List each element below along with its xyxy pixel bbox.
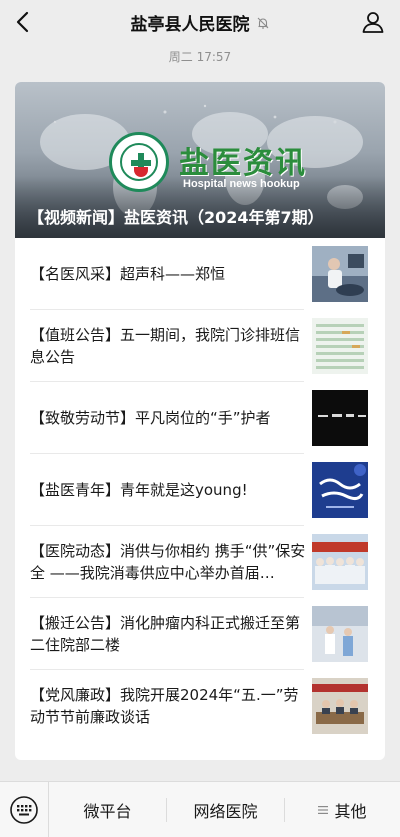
message-timestamp: 周二 17:57 <box>168 50 232 64</box>
item-text: 【搬迁公告】消化肿瘤内科正式搬迁至第二住院部二楼 <box>30 598 308 670</box>
bell-off-icon <box>257 17 268 29</box>
item-title: 【名医风采】超声科——郑恒 <box>30 265 226 283</box>
logo-heart <box>134 167 148 177</box>
menu-online-hospital[interactable]: 网络医院 <box>167 782 284 837</box>
item-title: 【医院动态】消供与你相约 携手“供”保安全 ——我院消毒供应中心举办首届… <box>30 542 306 582</box>
thumbnail-image <box>312 318 368 374</box>
item-title: 【盐医青年】青年就是这young! <box>30 481 248 499</box>
person-icon[interactable] <box>360 9 386 35</box>
item-text: 【医院动态】消供与你相约 携手“供”保安全 ——我院消毒供应中心举办首届… <box>30 526 308 598</box>
item-title: 【致敬劳动节】平凡岗位的“手”护者 <box>30 409 271 427</box>
cover-brand-text: 盐医资讯 <box>179 146 307 181</box>
thumbnail-image <box>312 678 368 734</box>
cover-article[interactable]: 盐医资讯 Hospital news hookup 【视频新闻】盐医资讯（202… <box>15 82 385 238</box>
item-text: 【致敬劳动节】平凡岗位的“手”护者 <box>30 382 308 454</box>
list-item[interactable]: 【医院动态】消供与你相约 携手“供”保安全 ——我院消毒供应中心举办首届… <box>15 526 385 598</box>
item-title: 【值班公告】五一期间，我院门诊排班信息公告 <box>30 326 301 366</box>
menu-micro-platform[interactable]: 微平台 <box>49 782 166 837</box>
cover-brand-subtext: Hospital news hookup <box>183 178 300 190</box>
list-item[interactable]: 【搬迁公告】消化肿瘤内科正式搬迁至第二住院部二楼 <box>15 598 385 670</box>
logo-cross-horizontal <box>131 160 151 166</box>
list-item[interactable]: 【党风廉政】我院开展2024年“五.一”劳动节节前廉政谈话 <box>15 670 385 742</box>
list-item[interactable]: 【值班公告】五一期间，我院门诊排班信息公告 <box>15 310 385 382</box>
item-text: 【盐医青年】青年就是这young! <box>30 454 308 526</box>
menu-label: 其他 <box>334 802 367 821</box>
list-item[interactable]: 【盐医青年】青年就是这young! <box>15 454 385 526</box>
item-title: 【党风廉政】我院开展2024年“五.一”劳动节节前廉政谈话 <box>30 686 299 726</box>
custom-menu-bar: 微平台 网络医院 其他 <box>0 781 400 837</box>
article-list: 【名医风采】超声科——郑恒 【值班公告】五一期间，我院门诊排班信息公告 【致敬劳… <box>15 238 385 742</box>
menu-label: 微平台 <box>83 802 132 821</box>
list-item[interactable]: 【致敬劳动节】平凡岗位的“手”护者 <box>15 382 385 454</box>
list-item[interactable]: 【名医风采】超声科——郑恒 <box>15 238 385 310</box>
thumbnail-image <box>312 246 368 302</box>
menu-other[interactable]: 其他 <box>285 782 400 837</box>
thumbnail-image <box>312 606 368 662</box>
logo-ring <box>120 143 158 181</box>
article-card: 盐医资讯 Hospital news hookup 【视频新闻】盐医资讯（202… <box>15 82 385 760</box>
keyboard-icon[interactable] <box>8 794 40 826</box>
thumbnail-image <box>312 534 368 590</box>
hospital-logo <box>109 132 169 192</box>
item-text: 【值班公告】五一期间，我院门诊排班信息公告 <box>30 310 308 382</box>
item-title: 【搬迁公告】消化肿瘤内科正式搬迁至第二住院部二楼 <box>30 614 301 654</box>
thumbnail-image <box>312 462 368 518</box>
thumbnail-image <box>312 390 368 446</box>
title-group: 盐亭县人民医院 <box>0 0 400 44</box>
chat-header: 盐亭县人民医院 <box>0 0 400 44</box>
cover-title: 【视频新闻】盐医资讯（2024年第7期） <box>28 208 324 227</box>
item-text: 【党风廉政】我院开展2024年“五.一”劳动节节前廉政谈话 <box>30 670 308 742</box>
chat-title: 盐亭县人民医院 <box>130 14 250 35</box>
menu-label: 网络医院 <box>193 802 258 821</box>
item-text: 【名医风采】超声科——郑恒 <box>30 238 308 310</box>
menu-lines-icon <box>318 806 329 814</box>
